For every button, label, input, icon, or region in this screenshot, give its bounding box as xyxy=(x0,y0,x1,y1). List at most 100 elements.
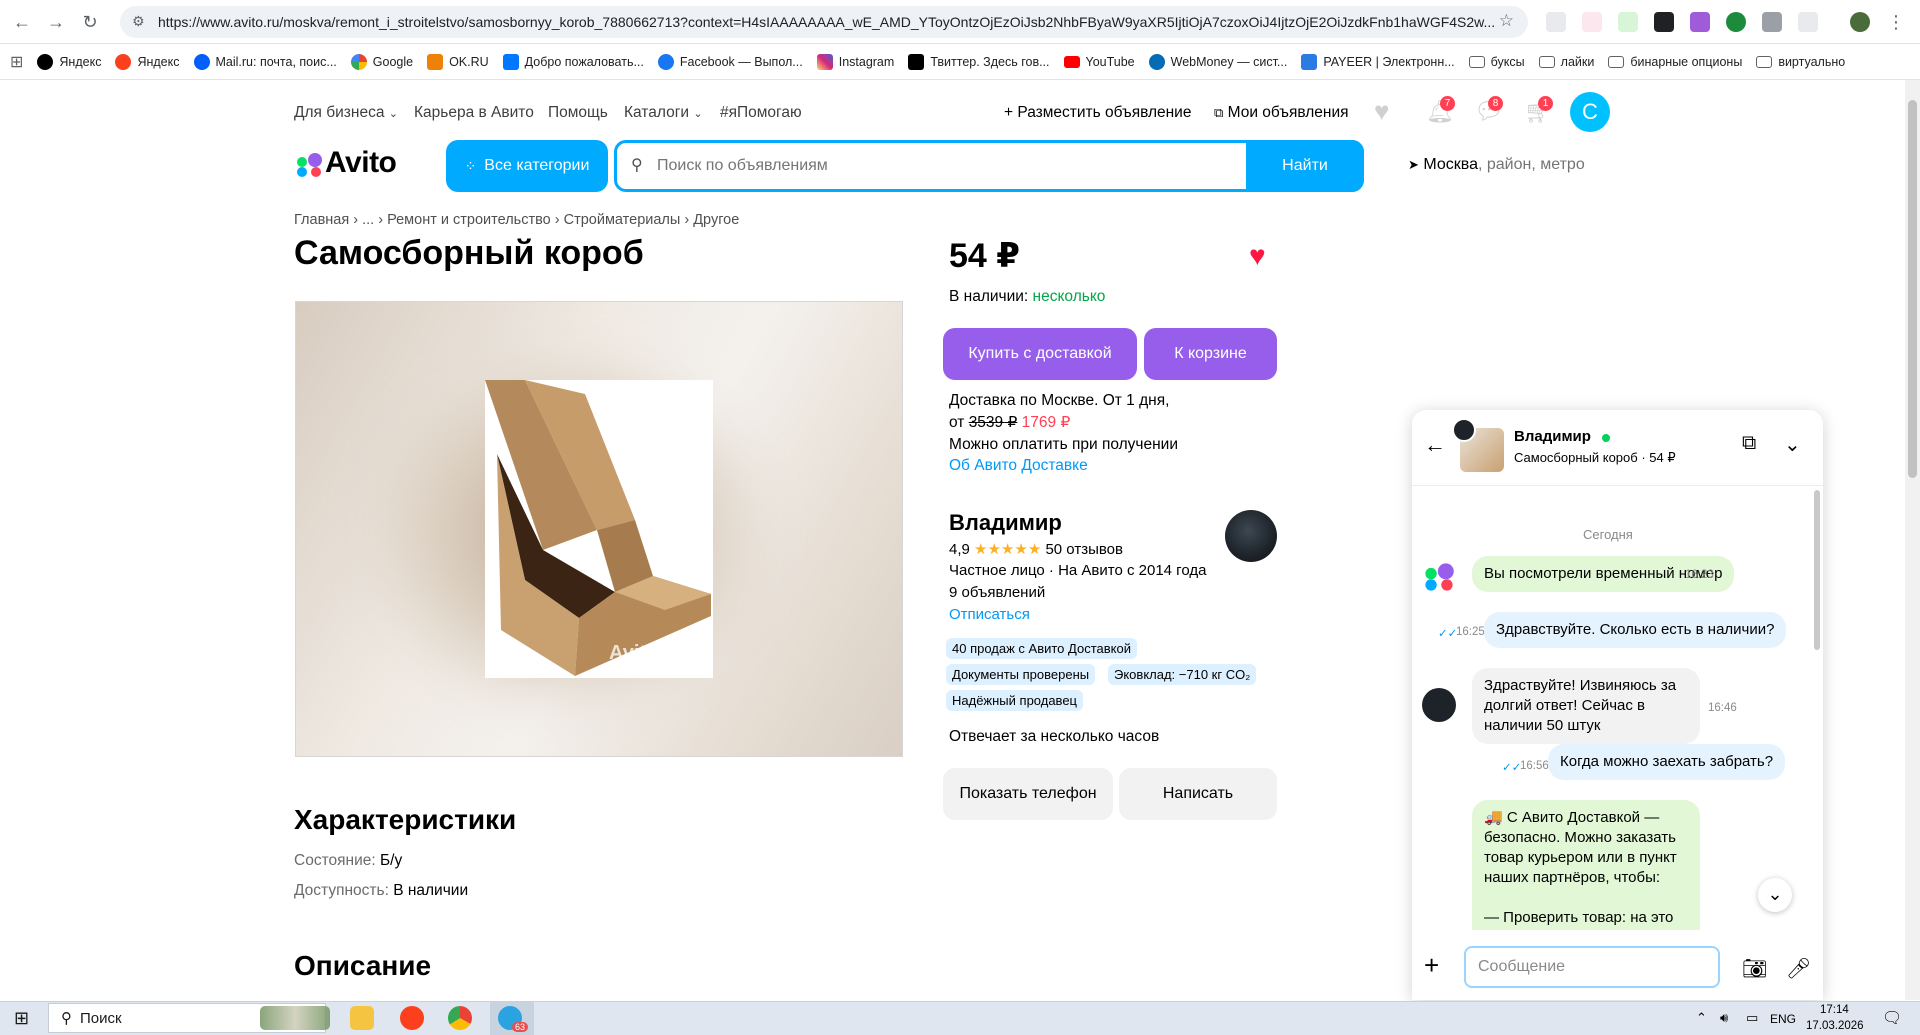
post-ad-link[interactable]: + Разместить объявление xyxy=(1004,104,1191,122)
back-icon[interactable]: ← xyxy=(10,10,34,34)
folder-icon xyxy=(1538,55,1555,68)
chat-scrollbar[interactable] xyxy=(1814,490,1820,650)
seller-rating[interactable]: 4,9 ★★★★★ 50 отзывов xyxy=(949,540,1123,558)
cart-badge: 1 xyxy=(1538,96,1553,111)
windows-start-icon[interactable]: ⊞ xyxy=(14,1008,29,1029)
chat-seller-name[interactable]: Владимир xyxy=(1514,428,1591,445)
apps-grid-icon[interactable]: ⊞ xyxy=(10,52,23,72)
chevron-down-icon[interactable]: ⌄ xyxy=(1784,432,1801,457)
reload-icon[interactable]: ↻ xyxy=(78,10,102,34)
bookmark-item[interactable]: PAYEER | Электронн... xyxy=(1301,53,1455,70)
site-info-icon[interactable]: ⚙ xyxy=(132,13,145,30)
description-heading: Описание xyxy=(294,950,432,981)
breadcrumb-item[interactable]: Стройматериалы xyxy=(564,212,681,228)
attach-plus-icon[interactable]: + xyxy=(1424,952,1439,978)
seller-badge: 40 продаж с Авито Доставкой xyxy=(946,638,1137,659)
address-bar[interactable]: ⚙ https://www.avito.ru/moskva/remont_i_s… xyxy=(120,6,1528,38)
search-button[interactable]: Найти xyxy=(1246,140,1364,192)
seller-avatar[interactable] xyxy=(1225,510,1277,562)
search-input[interactable] xyxy=(627,143,1217,189)
add-to-cart-button[interactable]: К корзине xyxy=(1144,328,1277,380)
extension-globe-icon[interactable] xyxy=(1546,12,1566,32)
unsubscribe-link[interactable]: Отписаться xyxy=(949,606,1030,623)
avito-logo-icon[interactable] xyxy=(294,152,324,178)
seller-ads-count[interactable]: 9 объявлений xyxy=(949,584,1045,601)
extensions-puzzle-icon[interactable] xyxy=(1798,12,1818,32)
message-time: 16:23 xyxy=(1685,569,1714,581)
back-arrow-icon[interactable]: ← xyxy=(1424,432,1446,458)
bookmark-item[interactable]: Яндекс xyxy=(37,53,101,70)
extension-cube-icon[interactable] xyxy=(1762,12,1782,32)
bookmark-item[interactable]: Instagram xyxy=(816,53,894,70)
profile-avatar-icon[interactable] xyxy=(1850,12,1870,32)
chrome-icon[interactable] xyxy=(448,1006,472,1030)
avito-system-avatar-icon xyxy=(1425,563,1454,591)
delivery-info: Доставка по Москве. От 1 дня, xyxy=(949,392,1170,409)
extension-list-icon[interactable] xyxy=(1654,12,1674,32)
location-selector[interactable]: ➤ Москва, район, метро xyxy=(1408,156,1585,174)
bookmark-item[interactable]: Твиттер. Здесь гов... xyxy=(908,53,1050,70)
favorites-heart-icon[interactable]: ♥ xyxy=(1374,96,1389,127)
microphone-icon[interactable]: 🎤︎ xyxy=(1786,956,1811,981)
clock-time[interactable]: 17:14 xyxy=(1820,1004,1849,1016)
nav-career[interactable]: Карьера в Авито xyxy=(414,104,534,122)
chevron-down-icon: ⌄ xyxy=(388,108,398,120)
bookmark-item[interactable]: WebMoney — сист... xyxy=(1148,53,1287,70)
bookmark-item[interactable]: Google xyxy=(350,53,413,70)
show-phone-button[interactable]: Показать телефон xyxy=(943,768,1113,820)
bookmark-folder[interactable]: буксы xyxy=(1468,55,1525,69)
chat-seller-avatar xyxy=(1452,418,1476,442)
file-explorer-icon[interactable] xyxy=(350,1006,374,1030)
pay-on-receipt: Можно оплатить при получении xyxy=(949,436,1178,453)
bookmark-folder[interactable]: виртуально xyxy=(1756,55,1845,69)
user-avatar[interactable]: С xyxy=(1570,92,1610,132)
bookmark-item[interactable]: YouTube xyxy=(1063,55,1135,69)
breadcrumb-item[interactable]: Главная xyxy=(294,212,349,228)
tray-chevron-icon[interactable]: ⌃ xyxy=(1696,1010,1707,1026)
breadcrumb-item[interactable]: Другое xyxy=(693,212,739,228)
forward-icon[interactable]: → xyxy=(44,10,68,34)
open-external-icon[interactable]: ⧉ xyxy=(1742,432,1756,455)
nav-help[interactable]: Помощь xyxy=(548,104,608,122)
bookmark-item[interactable]: Facebook — Выпол... xyxy=(657,53,803,70)
chat-message-outgoing: Когда можно заехать забрать? xyxy=(1548,744,1786,780)
nav-catalogs[interactable]: Каталоги ⌄ xyxy=(624,104,703,122)
breadcrumb-item[interactable]: Ремонт и строительство xyxy=(387,212,551,228)
nav-ihelp[interactable]: #яПомогаю xyxy=(720,104,802,122)
bookmark-item[interactable]: Яндекс xyxy=(115,53,180,70)
bookmark-item[interactable]: Mail.ru: почта, поис... xyxy=(193,53,337,70)
scroll-down-button[interactable]: ⌄ xyxy=(1758,878,1792,912)
menu-dots-icon[interactable]: ⋮ xyxy=(1884,10,1908,34)
price: 54 ₽ xyxy=(949,237,1020,275)
bookmark-item[interactable]: Добро пожаловать... xyxy=(502,53,644,70)
location-arrow-icon: ➤ xyxy=(1408,157,1419,172)
about-delivery-link[interactable]: Об Авито Доставке xyxy=(949,457,1088,475)
extension-green-icon[interactable] xyxy=(1726,12,1746,32)
product-gallery[interactable]: Avito xyxy=(295,301,903,757)
extension-gem-icon[interactable] xyxy=(1690,12,1710,32)
breadcrumb-item[interactable]: ... xyxy=(362,212,374,228)
bookmark-folder[interactable]: лайки xyxy=(1538,55,1594,69)
bookmark-item[interactable]: OK.RU xyxy=(427,53,489,70)
bookmark-star-icon[interactable]: ☆ xyxy=(1499,11,1514,31)
message-input[interactable]: Сообщение xyxy=(1464,946,1720,988)
page-scrollbar-thumb[interactable] xyxy=(1908,100,1917,478)
extension-sc-icon[interactable] xyxy=(1582,12,1602,32)
avito-logo-text[interactable]: Avito xyxy=(325,146,397,180)
bookmark-folder[interactable]: бинарные опционы xyxy=(1608,55,1742,69)
seller-name[interactable]: Владимир xyxy=(949,510,1062,536)
buy-with-delivery-button[interactable]: Купить с доставкой xyxy=(943,328,1137,380)
camera-icon[interactable]: 📷︎ xyxy=(1742,956,1767,981)
my-ads-link[interactable]: ⧉ Мои объявления xyxy=(1214,104,1349,122)
clock-date[interactable]: 17.03.2026 xyxy=(1806,1020,1864,1032)
volume-icon[interactable]: 🔊︎ xyxy=(1720,1010,1728,1026)
favorite-heart-icon[interactable]: ♥ xyxy=(1249,240,1266,272)
all-categories-button[interactable]: ⁘ Все категории xyxy=(446,140,608,192)
extension-ruble-icon[interactable] xyxy=(1618,12,1638,32)
yandex-browser-icon[interactable] xyxy=(400,1006,424,1030)
notifications-center-icon[interactable]: 🗨︎ xyxy=(1882,1008,1902,1028)
language-indicator[interactable]: ENG xyxy=(1770,1012,1796,1026)
write-button[interactable]: Написать xyxy=(1119,768,1277,820)
nav-business[interactable]: Для бизнеса ⌄ xyxy=(294,104,398,122)
network-icon[interactable]: ▭ xyxy=(1746,1010,1758,1026)
